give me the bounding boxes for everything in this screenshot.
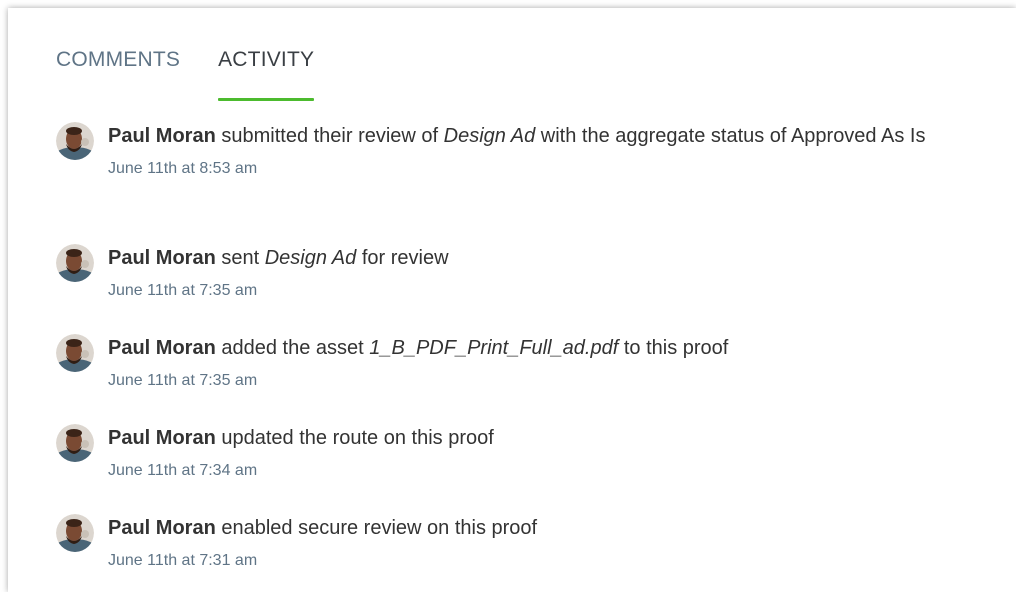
activity-description: Paul Moran updated the route on this pro… — [108, 422, 494, 455]
activity-suffix: to this proof — [618, 337, 729, 359]
activity-panel-frame: COMMENTS ACTIVITY Paul Moran submitted t… — [8, 8, 1016, 592]
activity-suffix: for review — [356, 247, 449, 269]
activity-description: Paul Moran enabled secure review on this… — [108, 512, 537, 545]
user-avatar — [56, 244, 94, 282]
activity-item: Paul Moran updated the route on this pro… — [56, 422, 494, 480]
actor-name[interactable]: Paul Moran — [108, 247, 216, 269]
activity-panel: COMMENTS ACTIVITY Paul Moran submitted t… — [8, 8, 1016, 592]
activity-timestamp: June 11th at 7:35 am — [108, 372, 258, 389]
activity-verb: enabled secure review on this proof — [215, 517, 538, 539]
activity-verb: sent — [215, 247, 265, 269]
activity-suffix: with the aggregate status of Approved As… — [535, 125, 926, 147]
user-avatar — [56, 334, 94, 372]
activity-target[interactable]: 1_B_PDF_Print_Full_ad.pdf — [369, 337, 618, 359]
user-avatar — [56, 122, 94, 160]
activity-item: Paul Moran sent Design Ad for review Jun… — [56, 242, 449, 300]
activity-timestamp: June 11th at 7:31 am — [108, 552, 258, 569]
activity-description: Paul Moran added the asset 1_B_PDF_Print… — [108, 332, 728, 365]
tab-comments[interactable]: COMMENTS — [56, 46, 180, 94]
user-avatar — [56, 514, 94, 552]
tab-activity[interactable]: ACTIVITY — [218, 46, 315, 101]
activity-item: Paul Moran submitted their review of Des… — [56, 120, 925, 178]
activity-verb: submitted their review of — [215, 125, 444, 147]
activity-timestamp: June 11th at 7:35 am — [108, 282, 258, 299]
activity-description: Paul Moran submitted their review of Des… — [108, 120, 925, 153]
actor-name[interactable]: Paul Moran — [108, 517, 216, 539]
actor-name[interactable]: Paul Moran — [108, 125, 216, 147]
activity-target[interactable]: Design Ad — [444, 125, 536, 147]
activity-target[interactable]: Design Ad — [265, 247, 357, 269]
activity-timestamp: June 11th at 8:53 am — [108, 160, 258, 177]
activity-verb: updated the route on this proof — [215, 427, 494, 449]
activity-timestamp: June 11th at 7:34 am — [108, 462, 258, 479]
activity-item: Paul Moran enabled secure review on this… — [56, 512, 537, 570]
user-avatar — [56, 424, 94, 462]
tab-bar: COMMENTS ACTIVITY — [56, 46, 352, 101]
activity-description: Paul Moran sent Design Ad for review — [108, 242, 449, 275]
actor-name[interactable]: Paul Moran — [108, 337, 216, 359]
activity-verb: added the asset — [215, 337, 370, 359]
actor-name[interactable]: Paul Moran — [108, 427, 216, 449]
activity-item: Paul Moran added the asset 1_B_PDF_Print… — [56, 332, 728, 390]
